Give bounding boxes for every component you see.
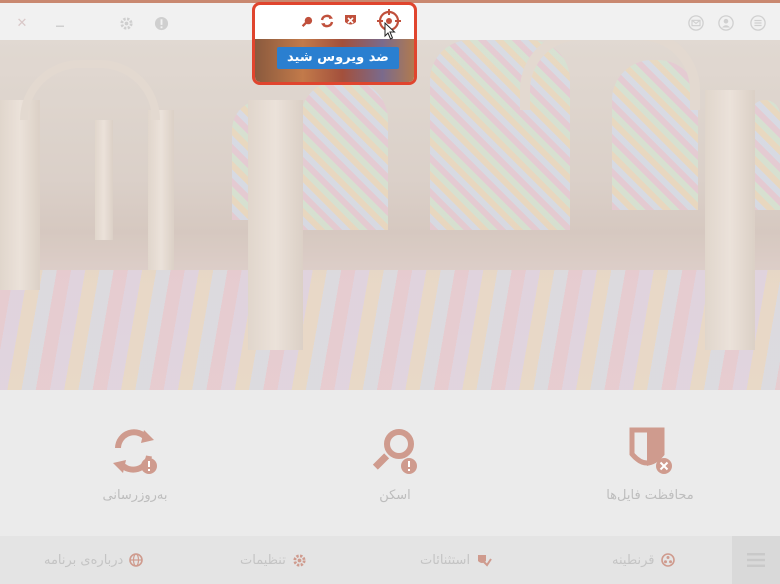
scan-feature[interactable]: اسکن	[320, 426, 470, 503]
nav-settings-label: تنظیمات	[240, 552, 286, 568]
nav-quarantine-label: قرنطینه	[612, 552, 655, 568]
shield-icon[interactable]	[343, 14, 357, 28]
menu-icon[interactable]	[750, 15, 766, 31]
quarantine-icon	[660, 553, 675, 567]
cursor-icon	[384, 21, 396, 44]
info-icon[interactable]	[153, 15, 169, 31]
close-icon[interactable]: ✕	[14, 15, 30, 31]
hamburger-menu-icon[interactable]	[732, 536, 780, 584]
nav-about[interactable]: دربارەی برنامه	[44, 536, 144, 584]
update-icon	[113, 429, 157, 474]
nav-quarantine[interactable]: قرنطینه	[612, 536, 675, 584]
globe-icon	[129, 553, 144, 567]
features-row: بەروزرسانی اسکن محافظت فایل‌ها	[0, 390, 780, 536]
nav-settings[interactable]: تنظیمات	[240, 536, 307, 584]
antivirus-button[interactable]: ضد ویروس شید	[277, 47, 399, 69]
scan-icon	[372, 429, 417, 474]
update-label: بەروزرسانی	[102, 488, 168, 503]
search-icon[interactable]	[300, 14, 314, 28]
mail-icon[interactable]	[688, 15, 704, 31]
update-feature[interactable]: بەروزرسانی	[60, 426, 210, 503]
exclusions-icon	[478, 555, 492, 567]
protection-feature[interactable]: محافظت فایل‌ها	[575, 426, 725, 503]
shield-protect-icon	[629, 427, 672, 474]
hero-image	[0, 40, 780, 390]
gear-icon[interactable]	[118, 15, 134, 31]
protection-label: محافظت فایل‌ها	[606, 488, 694, 503]
nav-exclusions[interactable]: استثنائات	[420, 536, 492, 584]
bottom-nav: دربارەی برنامه تنظیمات استثنائات قرنطینه	[0, 536, 780, 584]
minimize-icon[interactable]: _	[52, 8, 68, 27]
scan-label: اسکن	[379, 488, 411, 503]
nav-exclusions-label: استثنائات	[420, 552, 471, 568]
nav-about-label: دربارەی برنامه	[44, 552, 124, 568]
gear-icon	[293, 553, 306, 567]
user-icon[interactable]	[718, 15, 734, 31]
sync-icon[interactable]	[320, 14, 334, 28]
